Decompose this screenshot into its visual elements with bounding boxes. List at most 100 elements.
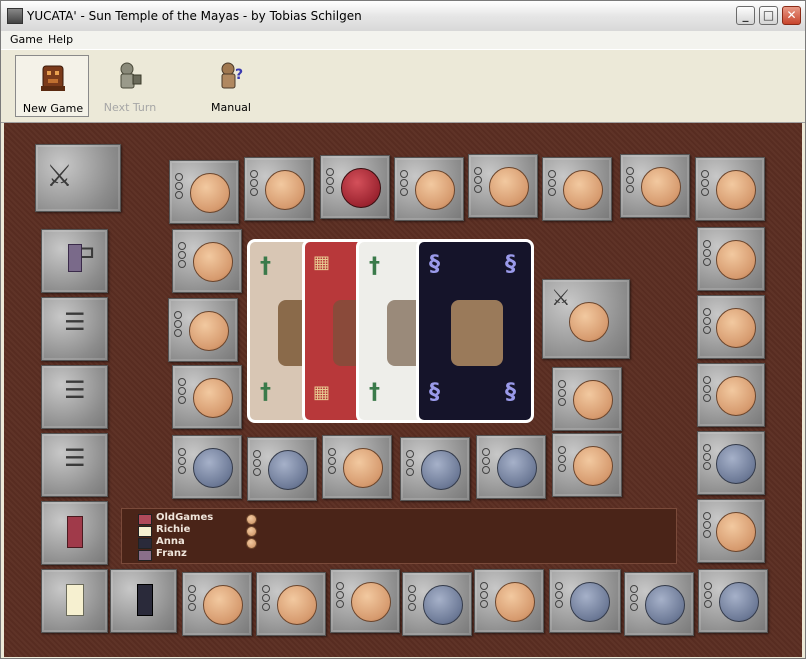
- manual-button[interactable]: ? Manual: [194, 55, 268, 117]
- spiral-icon: §: [505, 252, 516, 277]
- board-tile-bottom-1[interactable]: [182, 572, 252, 636]
- game-board: ⚔ ⊐ ☰ ☰ ☰ ⚔ † † ▦ ▦ † † § § § § OldGames…: [4, 123, 802, 657]
- app-window: YUCATA' - Sun Temple of the Mayas - by T…: [0, 0, 806, 659]
- board-tile-bottom-2[interactable]: [256, 572, 326, 636]
- coin-tan: [716, 240, 756, 280]
- player-pawn-richie[interactable]: [66, 584, 84, 616]
- player-panel: OldGames Richie Anna Franz: [121, 508, 677, 564]
- hand-card-black[interactable]: § § § §: [416, 239, 534, 423]
- manual-label: Manual: [211, 101, 251, 114]
- spiral-icon: §: [429, 380, 440, 405]
- board-tile-inner-1[interactable]: [172, 229, 242, 293]
- coin-tan: [203, 585, 243, 625]
- board-tile-right-3[interactable]: [697, 363, 765, 427]
- manual-statue-icon: ?: [221, 62, 243, 89]
- grid-icon: ▦: [313, 382, 331, 403]
- minimize-button[interactable]: _: [736, 6, 755, 25]
- board-tile-inner-right-1[interactable]: [552, 367, 622, 431]
- grid-icon: ▦: [313, 252, 331, 273]
- player-coin-icon: [246, 514, 257, 525]
- board-tile-top-7[interactable]: [620, 154, 690, 218]
- board-tile-bottom-3[interactable]: [330, 569, 400, 633]
- dagger-icon: †: [260, 380, 271, 405]
- board-tile-left-5[interactable]: [41, 501, 108, 565]
- start-temple-tile: ⚔: [35, 144, 121, 212]
- app-icon[interactable]: [7, 8, 23, 24]
- board-tile-mid-1[interactable]: [172, 435, 242, 499]
- minimize-icon: _: [742, 8, 749, 22]
- maximize-icon: □: [762, 8, 775, 22]
- board-tile-top-3[interactable]: [320, 155, 390, 219]
- next-turn-button[interactable]: Next Turn: [93, 55, 167, 117]
- board-tile-bottom-8[interactable]: [698, 569, 768, 633]
- board-tile-mid-2[interactable]: [247, 437, 317, 501]
- coin-tan: [193, 242, 233, 282]
- coin-tan: [343, 448, 383, 488]
- board-tile-left-2[interactable]: ☰: [41, 297, 108, 361]
- close-icon: ✕: [786, 8, 797, 22]
- maximize-button[interactable]: □: [759, 6, 778, 25]
- board-tile-left-4[interactable]: ☰: [41, 433, 108, 497]
- new-game-button[interactable]: New Game: [15, 55, 89, 117]
- new-game-label: New Game: [22, 102, 84, 115]
- next-turn-label: Next Turn: [103, 101, 157, 114]
- board-tile-right-2[interactable]: [697, 295, 765, 359]
- coin-tan: [495, 582, 535, 622]
- coin-tan: [716, 512, 756, 552]
- board-tile-top-8[interactable]: [695, 157, 765, 221]
- board-tile-right-1[interactable]: [697, 227, 765, 291]
- board-tile-left-3[interactable]: ☰: [41, 365, 108, 429]
- player-color-swatch: [138, 538, 152, 549]
- coin-tan: [716, 376, 756, 416]
- temple-tile-right[interactable]: ⚔: [542, 279, 630, 359]
- board-tile-top-4[interactable]: [394, 157, 464, 221]
- step-glyph-icon: ☰: [64, 308, 86, 336]
- board-tile-mid-3[interactable]: [322, 435, 392, 499]
- board-tile-mid-5[interactable]: [476, 435, 546, 499]
- board-tile-mid-4[interactable]: [400, 437, 470, 501]
- close-button[interactable]: ✕: [782, 6, 801, 25]
- coin-blue: [570, 582, 610, 622]
- coin-blue: [423, 585, 463, 625]
- player-pawn-oldgames[interactable]: [67, 516, 83, 548]
- board-tile-bottom-5[interactable]: [474, 569, 544, 633]
- board-tile-bottom-4[interactable]: [402, 572, 472, 636]
- menu-help[interactable]: Help: [48, 33, 73, 46]
- coin-red: [341, 168, 381, 208]
- board-tile-inner-2[interactable]: [168, 298, 238, 362]
- coin-blue: [716, 444, 756, 484]
- board-tile-bottom-7[interactable]: [624, 572, 694, 636]
- board-tile-mid-6[interactable]: [552, 433, 622, 497]
- board-tile-right-5[interactable]: [697, 499, 765, 563]
- title-bar[interactable]: YUCATA' - Sun Temple of the Mayas - by T…: [1, 1, 805, 32]
- player-color-swatch: [138, 514, 152, 525]
- coin-blue: [645, 585, 685, 625]
- player-name: Richie: [156, 524, 191, 535]
- board-tile-left-6[interactable]: [41, 569, 108, 633]
- coin-tan: [193, 378, 233, 418]
- player-coin-icon: [246, 538, 257, 549]
- coin-tan: [190, 173, 230, 213]
- board-tile-bottom-0[interactable]: [110, 569, 177, 633]
- board-tile-left-1[interactable]: ⊐: [41, 229, 108, 293]
- player-pawn-anna[interactable]: [137, 584, 153, 616]
- board-tile-top-6[interactable]: [542, 157, 612, 221]
- toolbar: New Game Next Turn ? Manual: [1, 49, 805, 123]
- svg-text:?: ?: [235, 67, 243, 83]
- step-glyph-icon: ☰: [64, 376, 86, 404]
- coin-tan: [641, 167, 681, 207]
- player-color-swatch: [138, 550, 152, 561]
- board-tile-top-5[interactable]: [468, 154, 538, 218]
- board-tile-bottom-6[interactable]: [549, 569, 621, 633]
- player-name: OldGames: [156, 512, 214, 523]
- board-tile-top-2[interactable]: [244, 157, 314, 221]
- board-tile-inner-3[interactable]: [172, 365, 242, 429]
- board-tile-right-4[interactable]: [697, 431, 765, 495]
- coin-blue: [497, 448, 537, 488]
- board-tile-top-1[interactable]: [169, 160, 239, 224]
- dagger-icon: †: [369, 254, 380, 279]
- coin-tan: [415, 170, 455, 210]
- dagger-icon: †: [369, 380, 380, 405]
- statue-icon: [120, 62, 142, 89]
- menu-game[interactable]: Game: [10, 33, 43, 46]
